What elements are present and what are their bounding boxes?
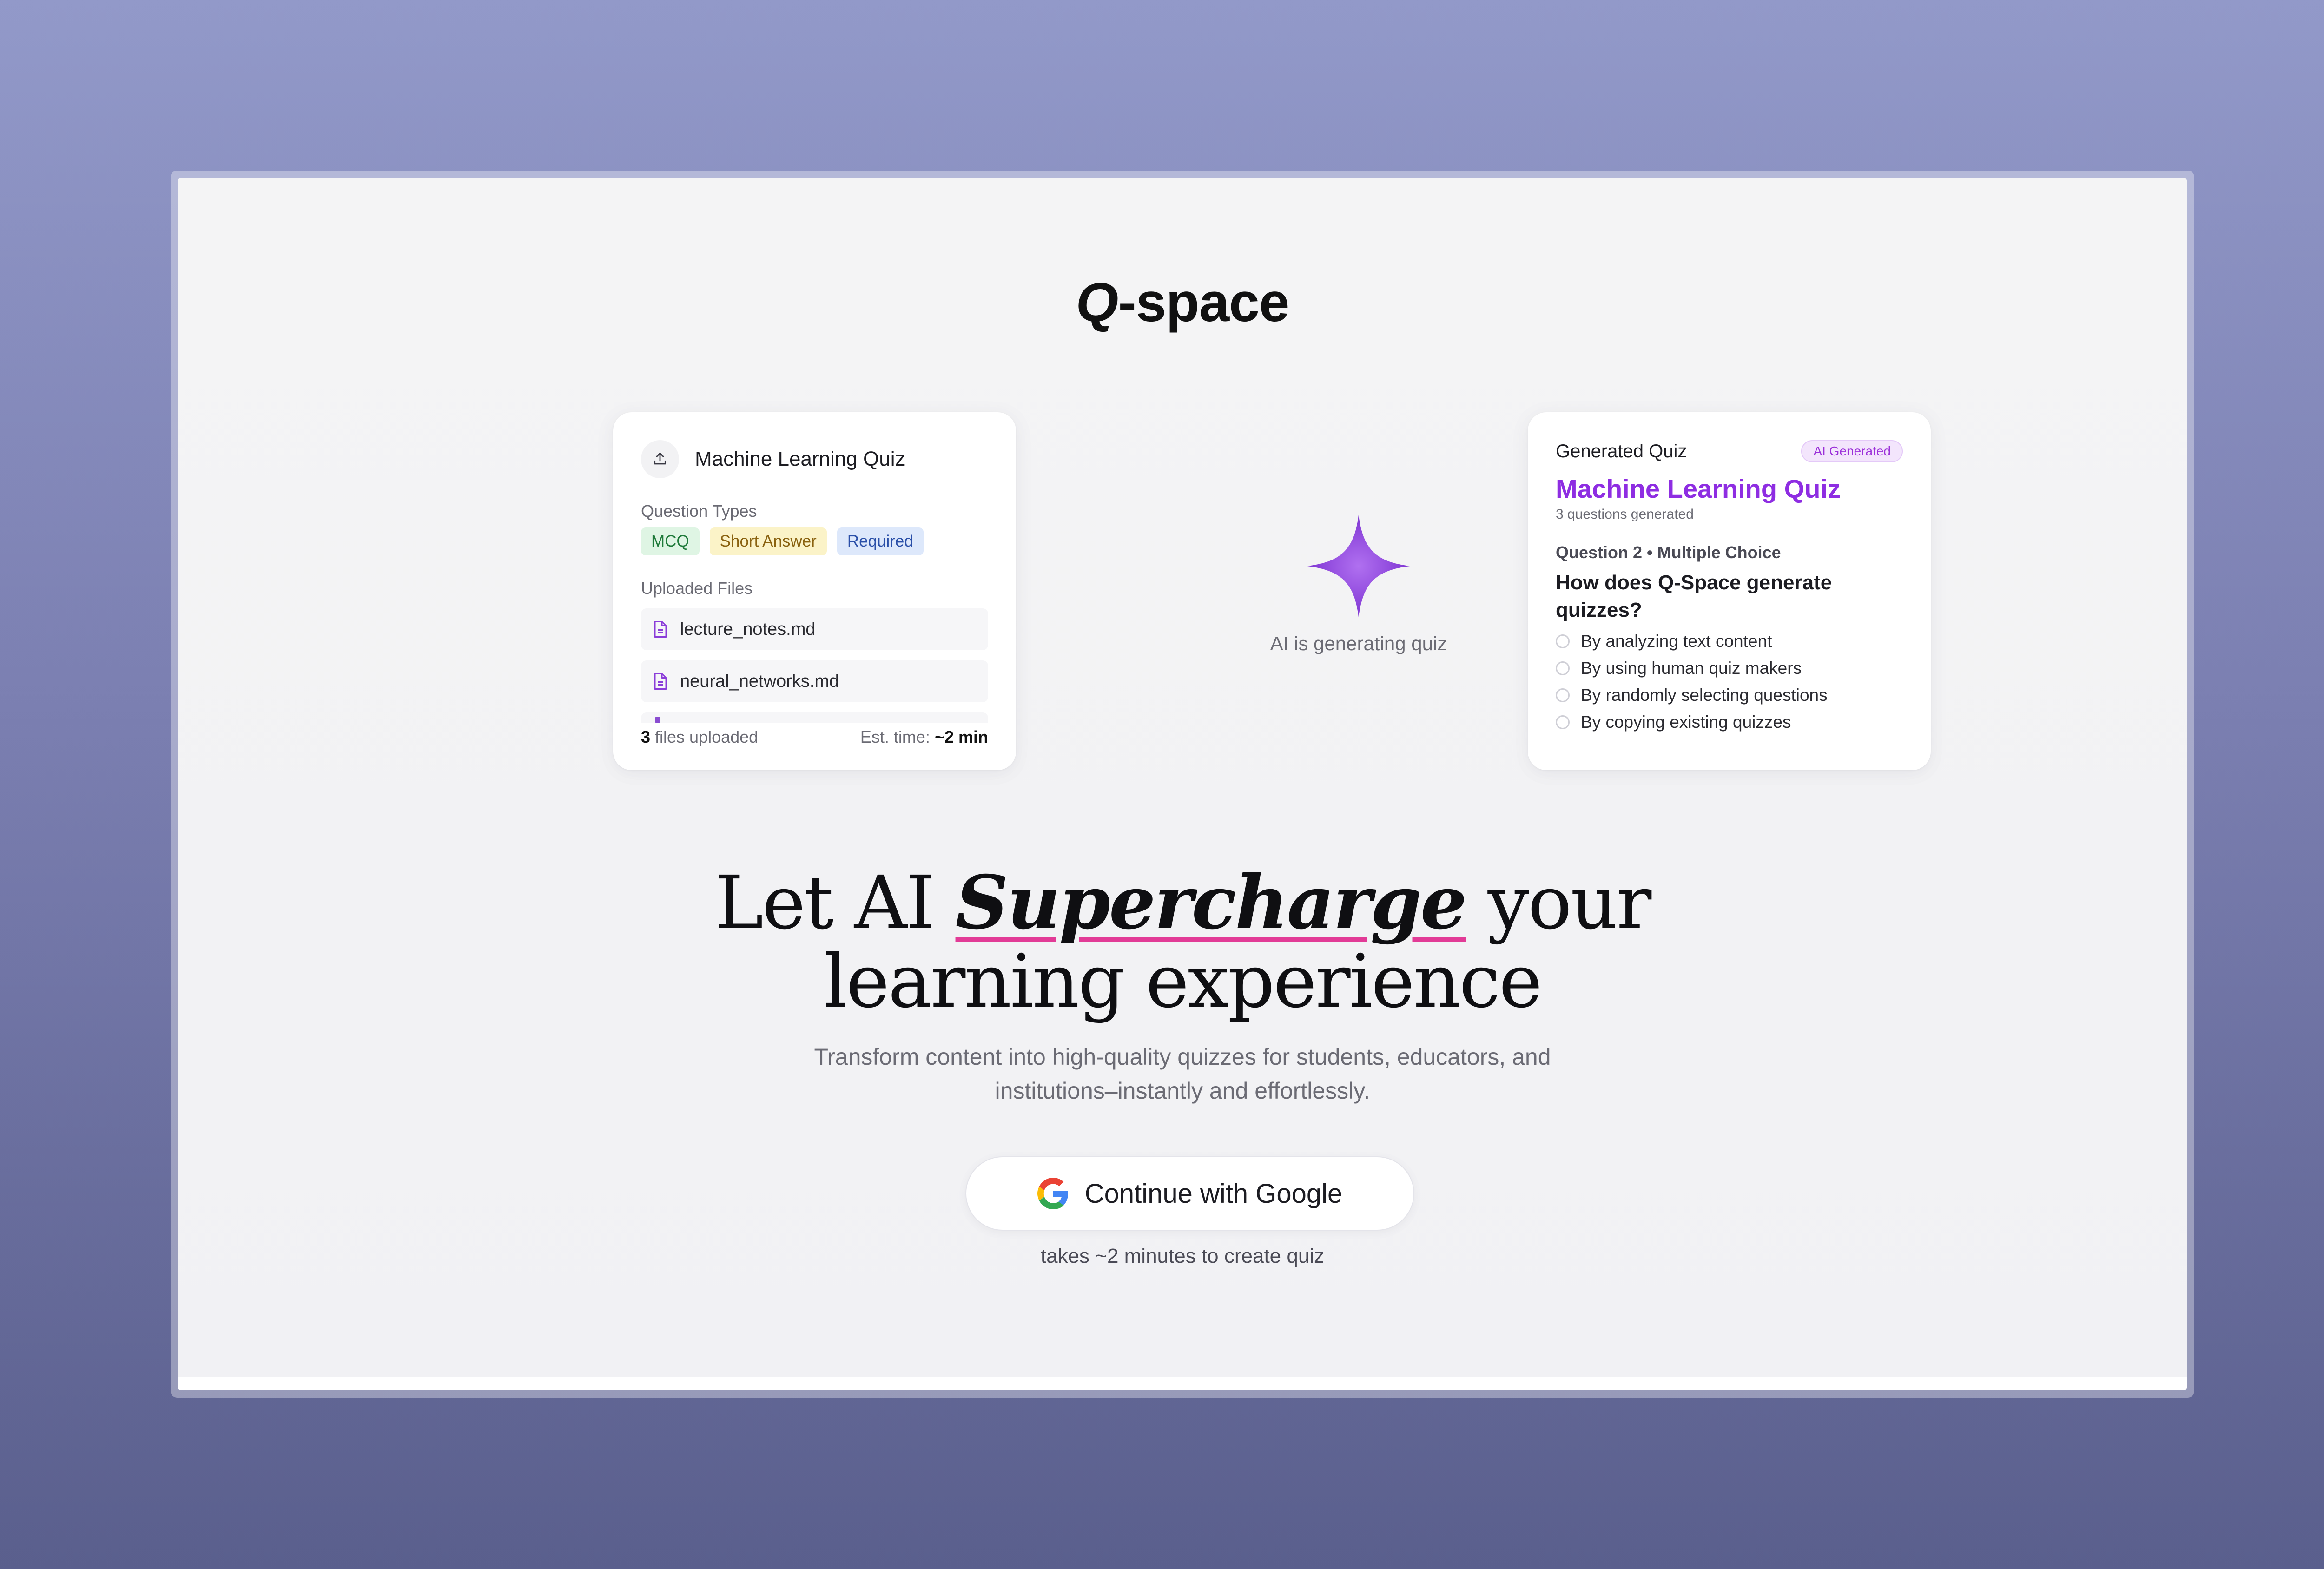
quiz-option[interactable]: By randomly selecting questions [1556, 686, 1903, 705]
hero-line-2: learning experience [824, 939, 1543, 1025]
file-icon [655, 717, 660, 723]
question-types-label: Question Types [641, 501, 757, 521]
question-meta: Question 2 • Multiple Choice [1556, 543, 1781, 562]
radio-button[interactable] [1556, 634, 1570, 648]
file-icon [654, 673, 667, 690]
ai-generated-badge: AI Generated [1801, 440, 1903, 462]
quiz-subtitle: 3 questions generated [1556, 507, 1694, 522]
file-item: neural_networks.md [641, 660, 988, 702]
question-text: How does Q-Space generate quizzes? [1556, 571, 1832, 622]
file-name: neural_networks.md [680, 671, 839, 691]
quiz-option[interactable]: By analyzing text content [1556, 632, 1903, 651]
browser-window: Q-space Machine Learning Quiz Question T… [171, 171, 2194, 1398]
files-count: 3 files uploaded [641, 727, 759, 746]
hero-emphasis: Supercharge [955, 860, 1467, 946]
radio-button[interactable] [1556, 688, 1570, 702]
uploaded-files-label: Uploaded Files [641, 579, 753, 598]
app-logo[interactable]: Q-space [178, 271, 2187, 334]
logo-q: Q [1076, 272, 1119, 333]
chip-short-answer: Short Answer [709, 527, 827, 555]
hero-headline: Let AI Supercharge your learning experie… [178, 864, 2187, 1021]
hero-subtext: Transform content into high-quality quiz… [814, 1044, 1551, 1104]
sparkle-icon [1307, 514, 1410, 618]
logo-text: -space [1118, 272, 1289, 333]
generated-quiz-label: Generated Quiz [1556, 441, 1687, 461]
file-item: lecture_notes.md [641, 608, 988, 650]
landing-page: Q-space Machine Learning Quiz Question T… [178, 178, 2187, 1390]
upload-card-title: Machine Learning Quiz [695, 448, 905, 470]
chip-required: Required [837, 527, 924, 555]
bottom-strip [178, 1377, 2187, 1390]
quiz-option[interactable]: By copying existing quizzes [1556, 712, 1903, 732]
option-label: By copying existing quizzes [1581, 712, 1791, 732]
quiz-option[interactable]: By using human quiz makers [1556, 659, 1903, 678]
option-label: By using human quiz makers [1581, 658, 1802, 678]
generation-status: AI is generating quiz [1219, 513, 1498, 655]
upload-card-footer: 3 files uploaded Est. time: ~2 min [641, 727, 988, 747]
radio-button[interactable] [1556, 661, 1570, 675]
cta-note: takes ~2 minutes to create quiz [1040, 1245, 1325, 1267]
generation-status-text: AI is generating quiz [1270, 633, 1447, 654]
file-item-partial [641, 712, 988, 723]
generated-quiz-card: Generated Quiz AI Generated Machine Lear… [1528, 412, 1931, 770]
option-label: By analyzing text content [1581, 631, 1772, 651]
chip-mcq: MCQ [641, 527, 700, 555]
upload-card: Machine Learning Quiz Question Types MCQ… [613, 412, 1016, 770]
upload-icon [641, 440, 679, 478]
continue-with-google-button[interactable]: Continue with Google [965, 1156, 1414, 1231]
quiz-title: Machine Learning Quiz [1556, 474, 1841, 503]
file-name: lecture_notes.md [680, 619, 816, 639]
file-icon [654, 621, 667, 638]
est-time: Est. time: ~2 min [860, 727, 988, 746]
question-type-chips: MCQ Short Answer Required [641, 527, 988, 555]
radio-button[interactable] [1556, 715, 1570, 729]
google-icon [1037, 1178, 1068, 1209]
option-label: By randomly selecting questions [1581, 685, 1828, 705]
hero-line-1: Let AI Supercharge your [714, 860, 1652, 946]
google-button-label: Continue with Google [1084, 1178, 1343, 1209]
